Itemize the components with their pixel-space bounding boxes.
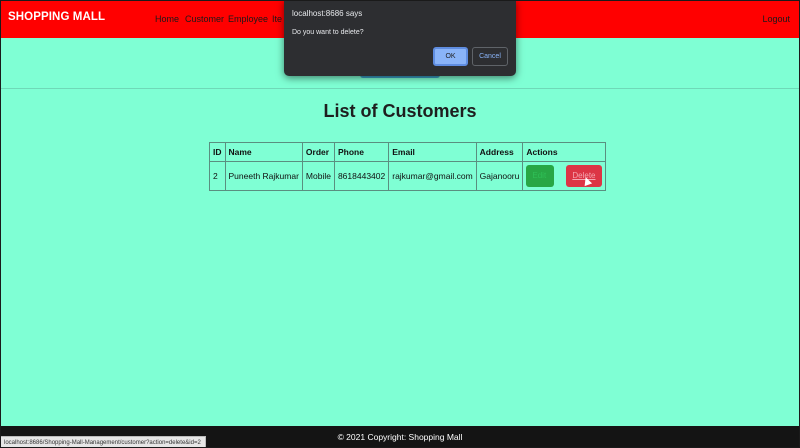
dialog-cancel-button[interactable]: Cancel — [472, 47, 508, 66]
logout-link[interactable]: Logout — [762, 14, 790, 24]
brand-logo[interactable]: SHOPPING MALL — [8, 11, 105, 23]
dialog-title: localhost:8686 says — [292, 9, 363, 18]
nav-link-employee[interactable]: Employee — [228, 14, 268, 24]
customers-table: ID Name Order Phone Email Address Action… — [209, 142, 607, 191]
nav-link-home[interactable]: Home — [155, 14, 179, 24]
cell-email: rajkumar@gmail.com — [388, 161, 477, 191]
edit-button[interactable]: Edit — [526, 165, 555, 187]
cell-phone: 8618443402 — [333, 161, 390, 191]
header-divider — [0, 88, 800, 89]
browser-status-bar: localhost:8686/Shopping-Mall-Management/… — [0, 436, 206, 448]
column-header-phone: Phone — [333, 142, 390, 162]
nav-link-items[interactable]: Ite — [272, 14, 282, 24]
dialog-ok-button[interactable]: OK — [433, 47, 468, 66]
cell-actions: Edit Delete — [522, 161, 607, 191]
cell-id: 2 — [209, 161, 226, 191]
column-header-actions: Actions — [522, 142, 607, 162]
cell-order: Mobile — [301, 161, 335, 191]
column-header-id: ID — [209, 142, 226, 162]
cell-address: Gajanooru — [475, 161, 524, 191]
dialog-message: Do you want to delete? — [292, 29, 364, 36]
column-header-name: Name — [224, 142, 303, 162]
page-title: List of Customers — [323, 101, 477, 121]
table-header-row: ID Name Order Phone Email Address Action… — [209, 142, 607, 162]
table-row: 2 Puneeth Rajkumar Mobile 8618443402 raj… — [209, 161, 607, 191]
cell-name: Puneeth Rajkumar — [224, 161, 303, 191]
nav-link-customer[interactable]: Customer — [185, 14, 224, 24]
column-header-address: Address — [475, 142, 524, 162]
column-header-order: Order — [301, 142, 335, 162]
column-header-email: Email — [388, 142, 477, 162]
